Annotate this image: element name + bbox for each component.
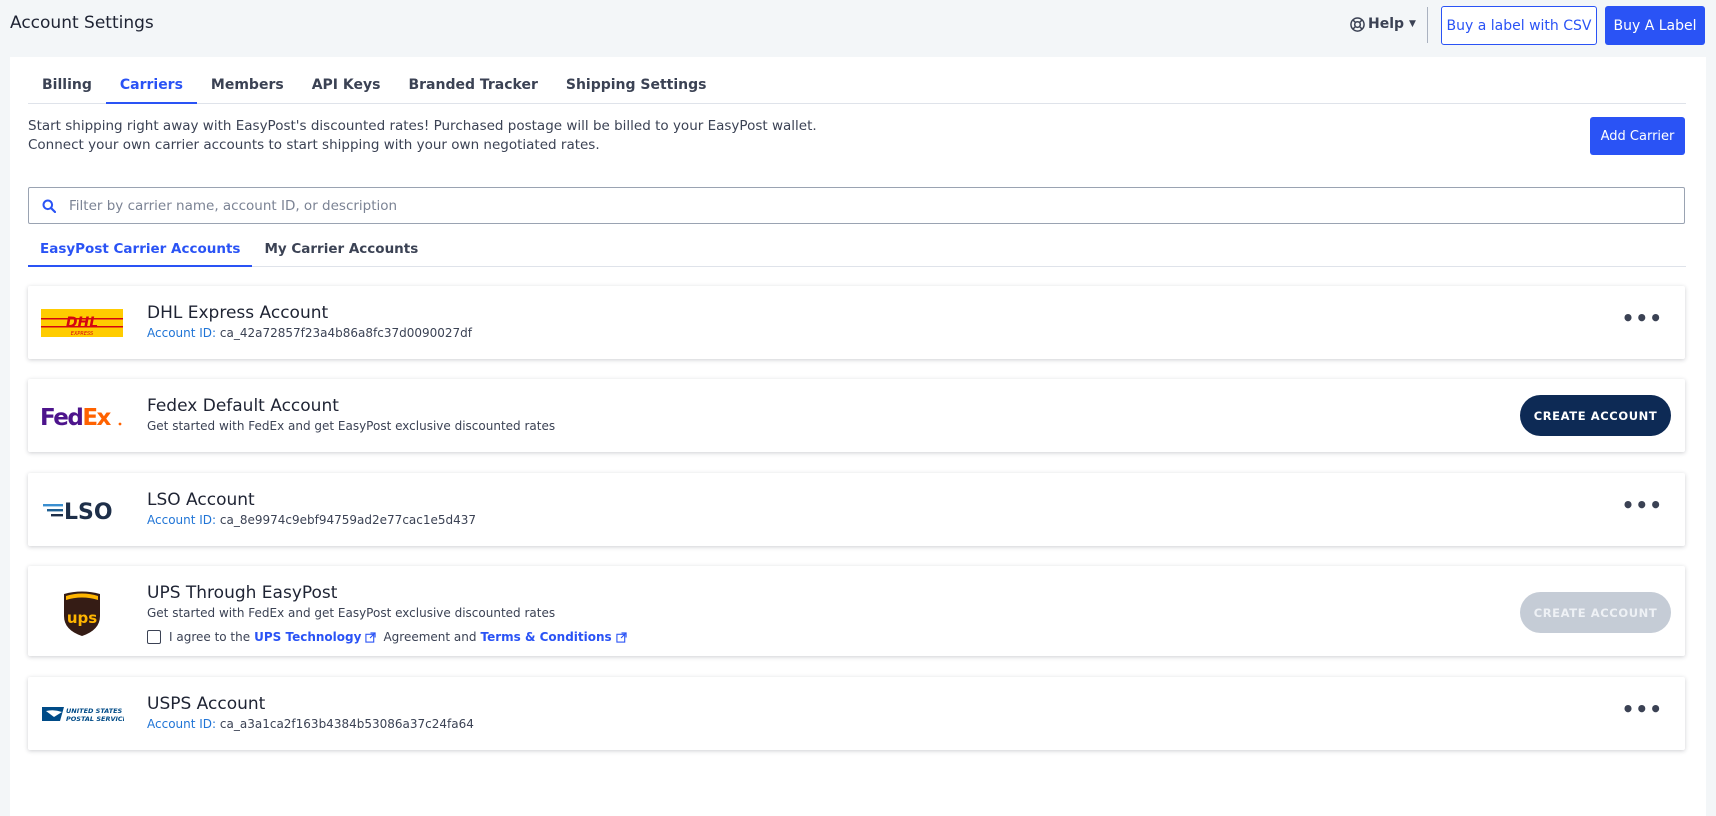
- caret-down-icon: ▼: [1409, 19, 1416, 29]
- lifebuoy-icon: [1350, 16, 1365, 32]
- tab-api-keys[interactable]: API Keys: [298, 71, 395, 104]
- settings-tabs: Billing Carriers Members API Keys Brande…: [28, 71, 1686, 104]
- fedex-logo: FedEx: [40, 401, 124, 431]
- carrier-card-usps: UNITED STATES POSTAL SERVICE USPS Accoun…: [28, 677, 1685, 750]
- external-link-icon: [616, 631, 627, 643]
- page-title: Account Settings: [10, 13, 154, 33]
- header-divider: [1427, 7, 1428, 43]
- carrier-card-lso: LSO LSO Account Account ID: ca_8e9974c9e…: [28, 473, 1685, 546]
- lso-logo: LSO: [40, 496, 124, 524]
- search-icon: [42, 199, 56, 213]
- carrier-card-fedex: FedEx Fedex Default Account Get started …: [28, 379, 1685, 452]
- more-options-icon[interactable]: •••: [1622, 306, 1663, 330]
- create-account-button-disabled[interactable]: CREATE ACCOUNT: [1520, 592, 1671, 633]
- account-id-line: Account ID: ca_8e9974c9ebf94759ad2e77cac…: [147, 513, 476, 527]
- carriers-intro: Start shipping right away with EasyPost'…: [28, 117, 817, 155]
- carrier-name: UPS Through EasyPost: [147, 583, 338, 603]
- carrier-card-ups: ups UPS Through EasyPost Get started wit…: [28, 566, 1685, 656]
- account-id-label: Account ID:: [147, 717, 217, 731]
- dhl-logo: DHL EXPRESS: [40, 309, 124, 337]
- agree-prefix: I agree to the: [169, 630, 251, 644]
- svg-text:FedEx: FedEx: [40, 405, 112, 431]
- tab-carriers[interactable]: Carriers: [105, 71, 197, 104]
- tab-members[interactable]: Members: [197, 71, 298, 104]
- svg-text:EXPRESS: EXPRESS: [71, 331, 94, 337]
- svg-text:DHL: DHL: [66, 315, 98, 331]
- carrier-description: Get started with FedEx and get EasyPost …: [147, 419, 556, 433]
- svg-text:ups: ups: [67, 609, 97, 627]
- settings-panel: Billing Carriers Members API Keys Brande…: [10, 57, 1706, 816]
- tab-branded-tracker[interactable]: Branded Tracker: [394, 71, 551, 104]
- svg-text:UNITED STATES: UNITED STATES: [66, 707, 123, 715]
- terms-conditions-link[interactable]: Terms & Conditions: [481, 630, 612, 644]
- tab-my-carrier-accounts[interactable]: My Carrier Accounts: [252, 239, 430, 267]
- carrier-account-tabs: EasyPost Carrier Accounts My Carrier Acc…: [28, 239, 1686, 267]
- buy-label-button[interactable]: Buy A Label: [1605, 6, 1705, 45]
- help-menu[interactable]: Help ▼: [1350, 16, 1416, 32]
- account-id-value: ca_a3a1ca2f163b4384b53086a37c24fa64: [219, 717, 474, 731]
- terms-agreement: I agree to the UPS Technology Agreement …: [147, 630, 630, 644]
- svg-text:POSTAL SERVICE: POSTAL SERVICE: [66, 715, 124, 723]
- more-options-icon[interactable]: •••: [1622, 493, 1663, 517]
- svg-text:LSO: LSO: [64, 500, 113, 524]
- intro-line-2: Connect your own carrier accounts to sta…: [28, 137, 600, 153]
- ups-technology-link[interactable]: UPS Technology: [254, 630, 361, 644]
- tab-shipping-settings[interactable]: Shipping Settings: [552, 71, 721, 104]
- account-id-line: Account ID: ca_a3a1ca2f163b4384b53086a37…: [147, 717, 474, 731]
- carrier-card-dhl: DHL EXPRESS DHL Express Account Account …: [28, 286, 1685, 359]
- carrier-name: DHL Express Account: [147, 303, 329, 323]
- carrier-search: [28, 187, 1685, 224]
- top-bar: Account Settings Help ▼ Buy a label with…: [0, 0, 1716, 56]
- carrier-name: USPS Account: [147, 694, 266, 714]
- help-label: Help: [1368, 16, 1405, 32]
- tab-billing[interactable]: Billing: [28, 71, 106, 104]
- ups-logo: ups: [40, 590, 124, 636]
- carrier-description: Get started with FedEx and get EasyPost …: [147, 606, 556, 620]
- account-id-label: Account ID:: [147, 513, 217, 527]
- carrier-name: LSO Account: [147, 490, 255, 510]
- create-account-button[interactable]: CREATE ACCOUNT: [1520, 395, 1671, 436]
- account-id-value: ca_42a72857f23a4b86a8fc37d0090027df: [219, 326, 473, 340]
- agree-checkbox[interactable]: [147, 630, 161, 644]
- account-id-label: Account ID:: [147, 326, 217, 340]
- account-id-value: ca_8e9974c9ebf94759ad2e77cac1e5d437: [219, 513, 477, 527]
- intro-line-1: Start shipping right away with EasyPost'…: [28, 118, 817, 134]
- agree-middle: Agreement and: [383, 630, 477, 644]
- external-link-icon: [365, 631, 377, 643]
- account-id-line: Account ID: ca_42a72857f23a4b86a8fc37d00…: [147, 326, 472, 340]
- usps-logo: UNITED STATES POSTAL SERVICE: [40, 701, 124, 727]
- buy-label-csv-button[interactable]: Buy a label with CSV: [1441, 6, 1597, 45]
- search-input[interactable]: [69, 197, 1649, 214]
- carrier-name: Fedex Default Account: [147, 396, 339, 416]
- tab-easypost-carrier-accounts[interactable]: EasyPost Carrier Accounts: [28, 239, 253, 267]
- add-carrier-button[interactable]: Add Carrier: [1590, 117, 1685, 155]
- more-options-icon[interactable]: •••: [1622, 697, 1663, 721]
